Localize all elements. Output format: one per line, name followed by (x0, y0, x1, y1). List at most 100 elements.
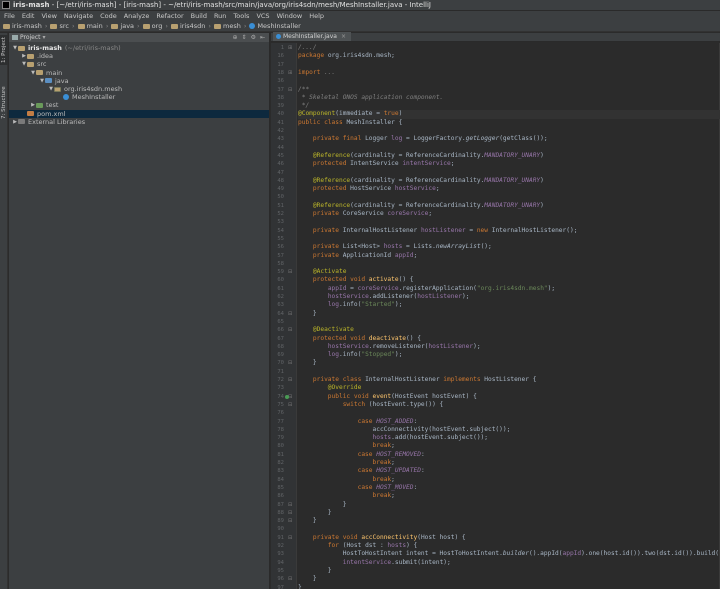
breadcrumb-item[interactable]: org › (142, 21, 168, 32)
code-line[interactable]: @Reference(cardinality = ReferenceCardin… (298, 202, 544, 210)
tree-item[interactable]: ▶ .idea (9, 52, 269, 60)
code-line[interactable]: } (298, 517, 317, 525)
code-line[interactable]: case HOST_MOVED: (298, 484, 418, 492)
tree-item[interactable]: ▼ iris-mash (~/etri/iris-mash) (9, 44, 269, 52)
override-method-icon[interactable] (285, 394, 289, 399)
code-line[interactable]: @Component(immediate = true) (298, 110, 720, 119)
code-line[interactable]: switch (hostEvent.type()) { (298, 401, 444, 409)
code-line[interactable]: public void event(HostEvent hostEvent) { (298, 393, 477, 401)
project-panel-title[interactable]: Project (20, 33, 41, 42)
hide-panel-icon[interactable]: ⇤ (260, 33, 265, 42)
code-line[interactable]: private void accConnectivity(Host host) … (298, 534, 466, 542)
fold-collapse-icon[interactable]: ⊟ (288, 376, 293, 384)
code-line[interactable]: } (298, 509, 332, 517)
code-line[interactable]: @Deactivate (298, 326, 354, 334)
code-line[interactable]: hostService.addListener(hostListener); (298, 293, 470, 301)
code-line[interactable]: */ (298, 102, 309, 110)
menu-item-edit[interactable]: Edit (22, 12, 35, 20)
code-line[interactable]: /.../ (298, 44, 317, 52)
menu-item-analyze[interactable]: Analyze (124, 12, 150, 20)
tab-project-toolwindow[interactable]: 1: Project (0, 35, 8, 65)
code-line[interactable]: import ... (298, 69, 335, 77)
menu-item-refactor[interactable]: Refactor (156, 12, 183, 20)
editor-tab-meshinstaller[interactable]: MeshInstaller.java × (273, 32, 351, 41)
fold-collapse-icon[interactable]: ⊟ (288, 509, 293, 517)
fold-collapse-icon[interactable]: ⊟ (288, 326, 293, 334)
code-line[interactable]: } (298, 575, 317, 583)
code-line[interactable]: private InternalHostListener hostListene… (298, 227, 578, 235)
code-line[interactable]: protected void deactivate() { (298, 335, 421, 343)
collapse-all-icon[interactable]: ⇕ (242, 33, 247, 42)
fold-expand-icon[interactable]: ⊞ (288, 44, 293, 52)
tree-item[interactable]: ▼ src (9, 60, 269, 68)
code-line[interactable]: /** (298, 86, 309, 94)
close-tab-icon[interactable]: × (341, 32, 346, 41)
code-line[interactable]: package org.iris4sdn.mesh; (298, 52, 395, 60)
sync-icon[interactable]: ⊕ (233, 33, 238, 42)
code-line[interactable]: appId = coreService.registerApplication(… (298, 285, 555, 293)
menu-item-file[interactable]: File (4, 12, 15, 20)
code-line[interactable]: private ApplicationId appId; (298, 252, 417, 260)
breadcrumb-item[interactable]: src › (50, 21, 75, 32)
fold-expand-icon[interactable]: ⊞ (288, 69, 293, 77)
view-dropdown-arrow-icon[interactable]: ▾ (43, 33, 46, 42)
code-line[interactable]: } (298, 310, 317, 318)
code-line[interactable]: private class InternalHostListener imple… (298, 376, 537, 384)
fold-collapse-icon[interactable]: ⊟ (288, 534, 293, 542)
code-line[interactable]: public class MeshInstaller { (298, 119, 402, 127)
fold-collapse-icon[interactable]: ⊟ (288, 575, 293, 583)
code-line[interactable]: intentService.submit(intent); (298, 559, 451, 567)
fold-collapse-icon[interactable]: ⊟ (288, 501, 293, 509)
code-line[interactable]: protected HostService hostService; (298, 185, 440, 193)
fold-collapse-icon[interactable]: ⊟ (288, 268, 293, 276)
tree-item[interactable]: ▼ main (9, 69, 269, 77)
tree-item[interactable]: ▼ java (9, 77, 269, 85)
tree-item[interactable]: pom.xml (9, 109, 269, 118)
code-line[interactable]: * Skeletal ONOS application component. (298, 94, 444, 102)
code-line[interactable]: log.info("Stopped"); (298, 351, 403, 359)
menu-item-run[interactable]: Run (214, 12, 226, 20)
code-line[interactable]: } (298, 501, 347, 509)
code-line[interactable]: break; (298, 492, 395, 500)
breadcrumb-item[interactable]: MeshInstaller (249, 21, 301, 32)
breadcrumb-item[interactable]: java › (111, 21, 140, 32)
code-line[interactable]: log.info("Started"); (298, 301, 403, 309)
tree-item[interactable]: MeshInstaller (9, 93, 269, 101)
code-line[interactable]: @Override (298, 384, 362, 392)
breadcrumb-item[interactable]: mesh › (214, 21, 246, 32)
code-line[interactable]: private List<Host> hosts = Lists.newArra… (298, 243, 492, 251)
fold-collapse-icon[interactable]: ⊟ (288, 401, 293, 409)
menu-item-vcs[interactable]: VCS (256, 12, 269, 20)
menu-item-help[interactable]: Help (309, 12, 324, 20)
code-line[interactable]: @Reference(cardinality = ReferenceCardin… (298, 177, 544, 185)
tree-item[interactable]: ▶ External Libraries (9, 118, 269, 126)
code-line[interactable]: } (298, 567, 332, 575)
code-line[interactable]: } (298, 584, 302, 589)
menu-item-navigate[interactable]: Navigate (64, 12, 93, 20)
breadcrumb-item[interactable]: iris4sdn › (170, 21, 211, 32)
code-line[interactable]: for (Host dst : hosts) { (298, 542, 417, 550)
code-line[interactable]: @Reference(cardinality = ReferenceCardin… (298, 152, 544, 160)
menu-item-code[interactable]: Code (100, 12, 117, 20)
code-line[interactable]: accConnectivity(hostEvent.subject()); (298, 426, 511, 434)
code-line[interactable]: hostService.removeListener(hostListener)… (298, 343, 481, 351)
code-line[interactable]: private final Logger log = LoggerFactory… (298, 135, 548, 143)
fold-collapse-icon[interactable]: ⊟ (288, 86, 293, 94)
tree-item[interactable]: ▶ test (9, 101, 269, 109)
menu-item-build[interactable]: Build (191, 12, 207, 20)
code-line[interactable]: break; (298, 442, 395, 450)
code-editor[interactable]: /.../package org.iris4sdn.mesh; import ..… (298, 43, 720, 589)
code-line[interactable]: case HOST_ADDED: (298, 418, 418, 426)
tab-structure-toolwindow[interactable]: 7: Structure (0, 83, 8, 123)
code-line[interactable]: break; (298, 476, 395, 484)
code-line[interactable]: HostToHostIntent intent = HostToHostInte… (298, 550, 720, 558)
code-line[interactable]: break; (298, 459, 395, 467)
menu-item-tools[interactable]: Tools (233, 12, 249, 20)
code-line[interactable]: case HOST_UPDATED: (298, 467, 425, 475)
code-line[interactable]: protected IntentService intentService; (298, 160, 455, 168)
editor-gutter[interactable]: 1 ⊞ 16 17 18 ⊞ 36 37 ⊟ 38 39 40 41 42 43 44 45 46 47 48 49 50… (271, 43, 297, 589)
breadcrumb-item[interactable]: main › (77, 21, 108, 32)
code-line[interactable]: case HOST_REMOVED: (298, 451, 425, 459)
menu-item-view[interactable]: View (41, 12, 56, 20)
menu-item-window[interactable]: Window (277, 12, 303, 20)
